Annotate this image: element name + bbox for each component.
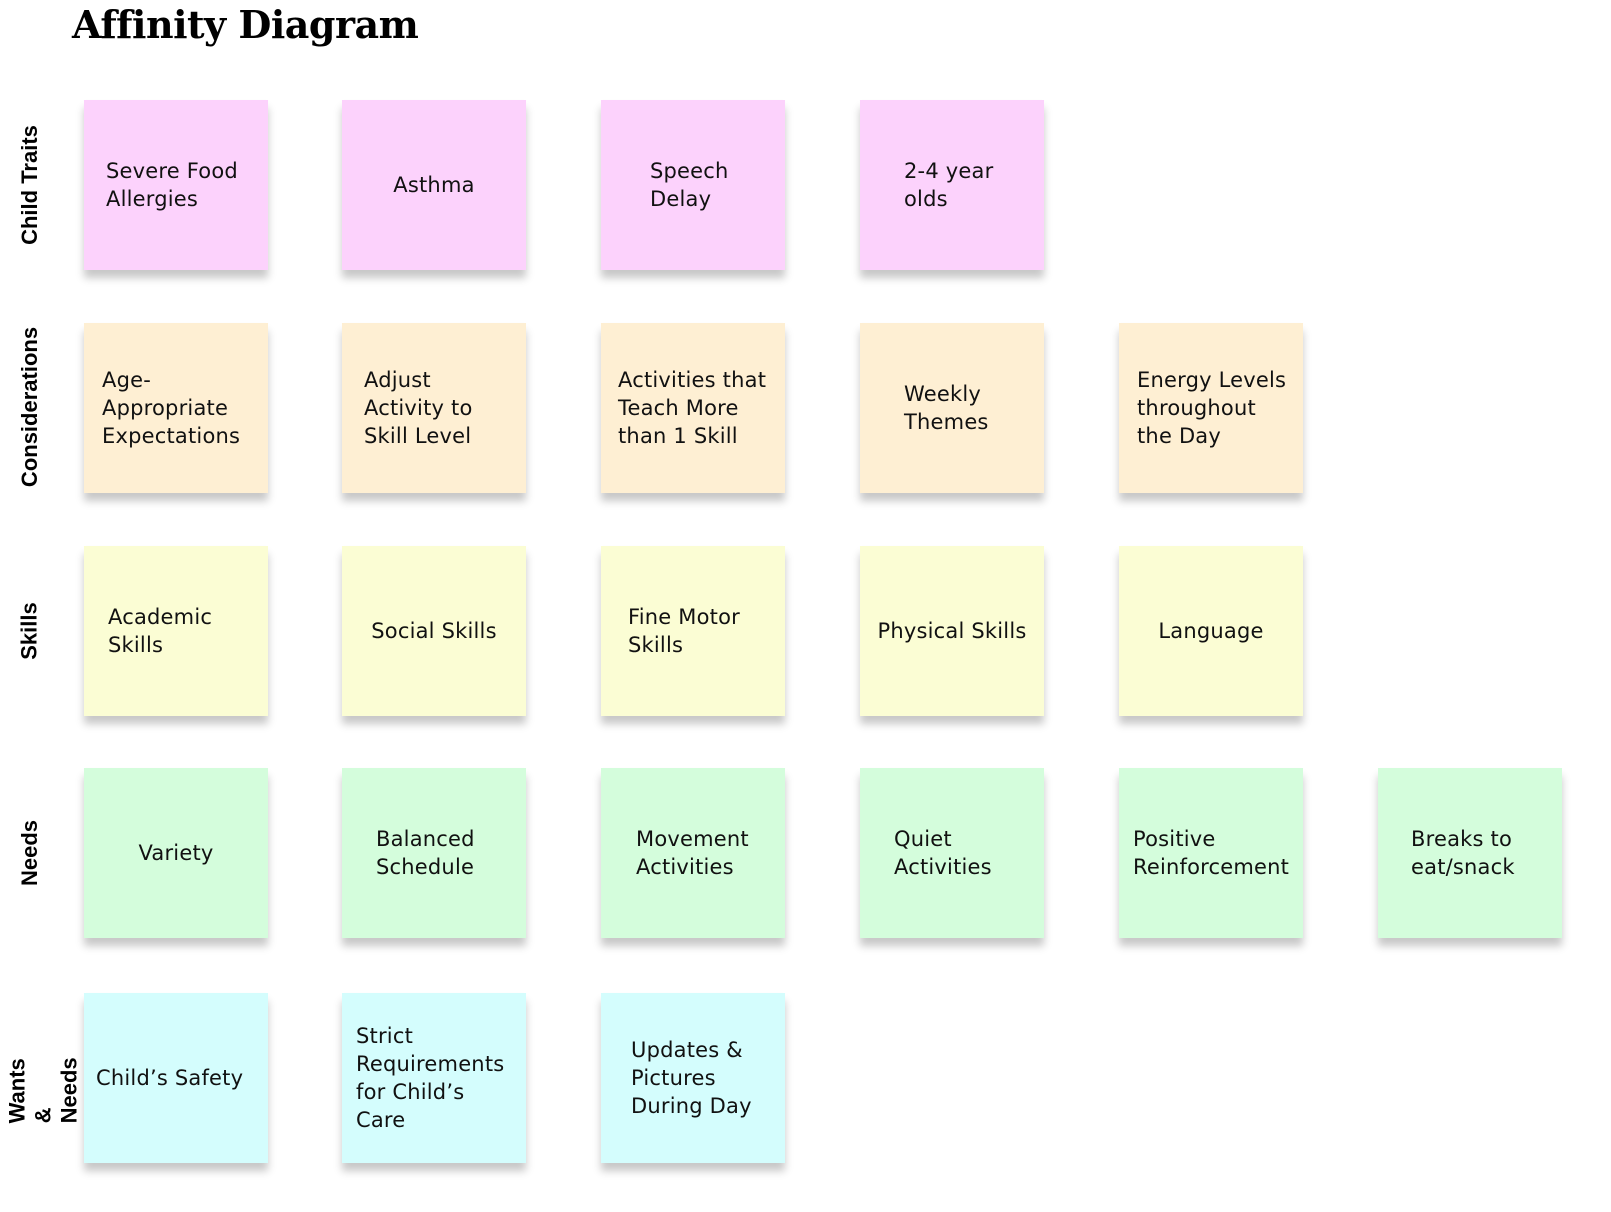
sticky-note[interactable]: Updates & Pictures During Day [601, 993, 785, 1163]
note-text: Weekly Themes [904, 382, 989, 434]
note-text: Quiet Activities [894, 827, 992, 879]
sticky-note[interactable]: Energy Levels throughout the Day [1119, 323, 1303, 493]
page-title: Affinity Diagram [72, 2, 419, 47]
row-label-text: Needs [17, 819, 43, 887]
sticky-note[interactable]: Asthma [342, 100, 526, 270]
note-text: Breaks to eat/snack [1411, 827, 1515, 879]
note-text: Social Skills [371, 619, 497, 643]
sticky-note[interactable]: Language [1119, 546, 1303, 716]
sticky-note[interactable]: Quiet Activities [860, 768, 1044, 938]
sticky-note[interactable]: Speech Delay [601, 100, 785, 270]
row-label-parental: Parental Wants & Needs [0, 990, 81, 1170]
sticky-note[interactable]: Child’s Safety [84, 993, 268, 1163]
row-label-text: Skills [16, 602, 42, 660]
note-text: Asthma [393, 173, 475, 197]
note-text: Movement Activities [636, 827, 749, 879]
note-text: Updates & Pictures During Day [631, 1038, 752, 1118]
note-text: Positive Reinforcement [1133, 827, 1290, 879]
note-text: Language [1158, 619, 1264, 643]
row-label-child-traits: Child Traits [0, 100, 60, 270]
sticky-note[interactable]: Breaks to eat/snack [1378, 768, 1562, 938]
sticky-note[interactable]: Weekly Themes [860, 323, 1044, 493]
note-text: Activities that Teach More than 1 Skill [618, 368, 767, 448]
row-label-text: Considerations [17, 326, 43, 488]
note-text: Adjust Activity to Skill Level [364, 368, 473, 448]
note-text: Strict Requirements for Child’s Care [356, 1024, 505, 1132]
sticky-note[interactable]: Variety [84, 768, 268, 938]
sticky-note[interactable]: Balanced Schedule [342, 768, 526, 938]
sticky-note[interactable]: 2-4 year olds [860, 100, 1044, 270]
note-text: Severe Food Allergies [106, 159, 238, 211]
note-text: Child’s Safety [96, 1066, 244, 1090]
sticky-note[interactable]: Movement Activities [601, 768, 785, 938]
sticky-note[interactable]: Physical Skills [860, 546, 1044, 716]
row-label-text: Parental Wants & Needs [0, 1036, 82, 1124]
sticky-note[interactable]: Adjust Activity to Skill Level [342, 323, 526, 493]
note-text: Age- Appropriate Expectations [102, 368, 241, 448]
note-text: Physical Skills [877, 619, 1027, 643]
sticky-note[interactable]: Social Skills [342, 546, 526, 716]
sticky-note[interactable]: Strict Requirements for Child’s Care [342, 993, 526, 1163]
note-text: Academic Skills [108, 605, 213, 657]
sticky-note[interactable]: Severe Food Allergies [84, 100, 268, 270]
row-label-considerations: Considerations [0, 322, 60, 492]
sticky-note[interactable]: Positive Reinforcement [1119, 768, 1303, 938]
note-text: Energy Levels throughout the Day [1137, 368, 1287, 448]
row-label-text: Child Traits [17, 125, 43, 245]
note-text: Fine Motor Skills [628, 605, 740, 657]
row-label-skills: Skills [0, 546, 60, 716]
note-text: 2-4 year olds [904, 159, 994, 211]
sticky-note[interactable]: Fine Motor Skills [601, 546, 785, 716]
sticky-note[interactable]: Age- Appropriate Expectations [84, 323, 268, 493]
note-text: Speech Delay [650, 159, 729, 211]
row-label-needs: Needs [0, 768, 60, 938]
note-text: Balanced Schedule [376, 827, 475, 879]
note-text: Variety [138, 841, 214, 865]
sticky-note[interactable]: Activities that Teach More than 1 Skill [601, 323, 785, 493]
sticky-note[interactable]: Academic Skills [84, 546, 268, 716]
